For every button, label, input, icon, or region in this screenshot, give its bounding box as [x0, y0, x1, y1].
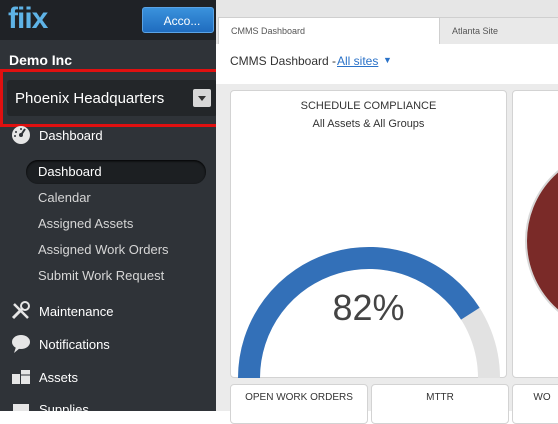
- nav-section-label: Supplies: [39, 402, 89, 411]
- account-button[interactable]: Acco...: [142, 7, 214, 33]
- chevron-down-icon[interactable]: [193, 89, 211, 107]
- main-content: CMMS Dashboard Atlanta Site CMMS Dashboa…: [216, 0, 558, 424]
- sidebar-item-calendar[interactable]: Calendar: [26, 186, 206, 210]
- nav-section-label: Maintenance: [39, 304, 114, 319]
- speech-bubble-icon: [10, 333, 32, 355]
- pie-chart-partial: [525, 169, 558, 313]
- work-orders-card-partial[interactable]: WO: [512, 384, 558, 424]
- compliance-value: 82%: [332, 287, 405, 328]
- page-title: CMMS Dashboard -: [230, 54, 337, 68]
- supplies-icon: [10, 398, 32, 411]
- site-selector-value: Phoenix Headquarters: [15, 90, 165, 107]
- open-work-orders-card[interactable]: OPEN WORK ORDERS: [230, 384, 368, 424]
- tab-cmms-dashboard[interactable]: CMMS Dashboard: [218, 17, 440, 44]
- card-title: SCHEDULE COMPLIANCE: [300, 100, 437, 112]
- partial-chart-card[interactable]: [512, 90, 558, 378]
- sidebar-item-submit-work-request[interactable]: Submit Work Request: [26, 264, 206, 288]
- caret-down-icon[interactable]: ▼: [383, 55, 392, 65]
- site-filter-link[interactable]: All sites: [337, 54, 378, 68]
- card-title: OPEN WORK ORDERS: [245, 392, 353, 403]
- tab-bar: CMMS Dashboard Atlanta Site: [216, 0, 558, 44]
- nav-section-label: Dashboard: [39, 128, 103, 143]
- tab-atlanta-site[interactable]: Atlanta Site: [439, 17, 558, 44]
- nav-section-label: Notifications: [39, 337, 110, 352]
- mttr-card[interactable]: MTTR: [371, 384, 509, 424]
- dashboard-cards: SCHEDULE COMPLIANCE All Assets & All Gro…: [216, 84, 558, 424]
- boxes-icon: [10, 366, 32, 388]
- sidebar-item-assigned-assets[interactable]: Assigned Assets: [26, 212, 206, 236]
- card-title: MTTR: [426, 392, 454, 403]
- nav-section-label: Assets: [39, 370, 79, 385]
- dashboard-header: CMMS Dashboard - All sites ▼: [216, 44, 558, 84]
- organization-name: Demo Inc: [9, 52, 73, 68]
- sidebar-item-dashboard[interactable]: Dashboard: [26, 160, 206, 184]
- dashboard-gauge-icon: [10, 124, 32, 146]
- site-selector-highlight: Phoenix Headquarters: [0, 69, 216, 127]
- site-selector-dropdown[interactable]: Phoenix Headquarters: [7, 80, 216, 116]
- compliance-gauge: [238, 247, 500, 379]
- tools-icon: [10, 300, 32, 322]
- fiix-logo[interactable]: fiix: [8, 2, 48, 36]
- card-title: WO: [533, 392, 551, 403]
- schedule-compliance-card[interactable]: SCHEDULE COMPLIANCE All Assets & All Gro…: [230, 90, 507, 379]
- sidebar: fiix Acco... Demo Inc Phoenix Headquarte…: [0, 0, 216, 411]
- top-bar: fiix Acco...: [0, 0, 216, 40]
- card-subtitle: All Assets & All Groups: [312, 118, 425, 130]
- sidebar-item-assigned-work-orders[interactable]: Assigned Work Orders: [26, 238, 206, 262]
